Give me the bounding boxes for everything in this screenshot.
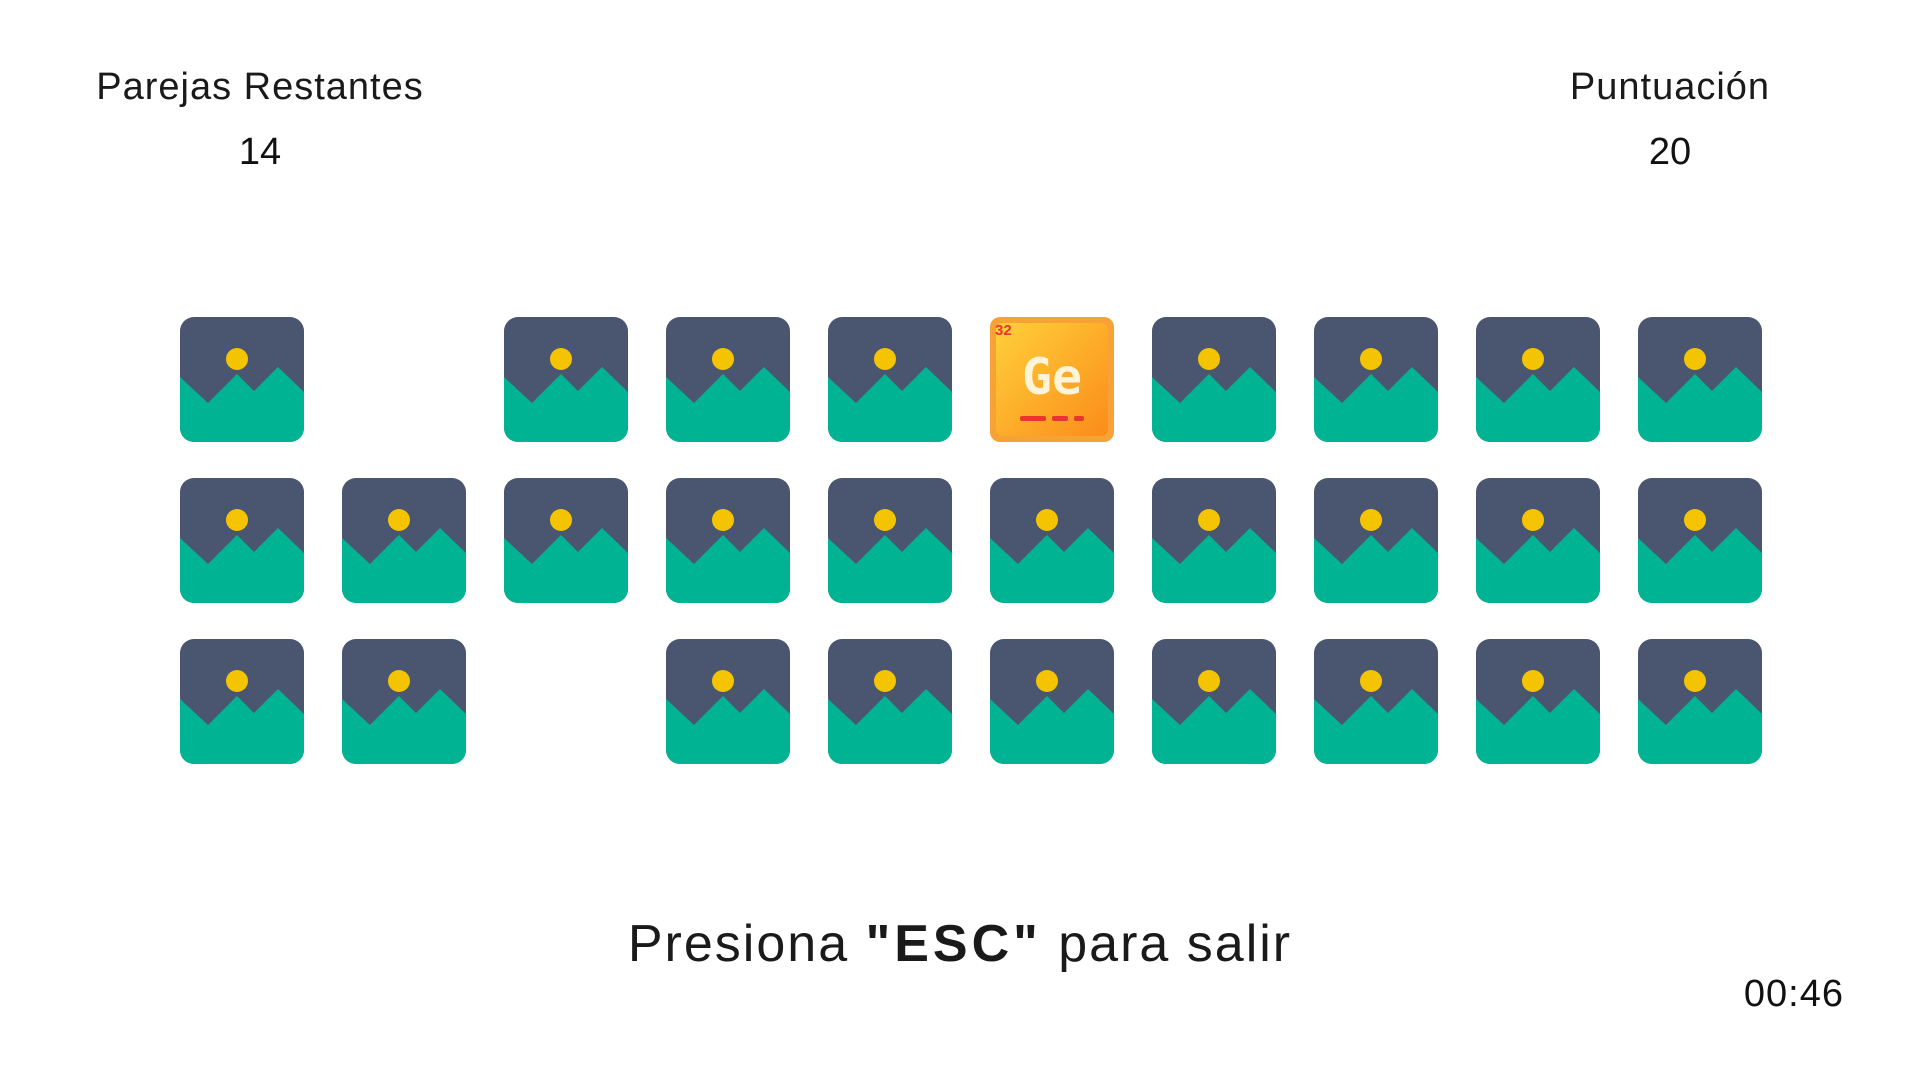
memory-card[interactable]	[342, 478, 466, 603]
image-placeholder-icon	[828, 639, 952, 764]
memory-card[interactable]	[1476, 639, 1600, 764]
image-placeholder-icon	[1638, 317, 1762, 442]
instructions-prefix: Presiona	[627, 915, 866, 973]
score-value: 20	[1648, 131, 1692, 173]
memory-card[interactable]	[1476, 478, 1600, 603]
image-placeholder-icon	[1476, 639, 1600, 764]
element-tile-icon: 32 Ge	[990, 317, 1114, 442]
instructions-suffix: para salir	[1041, 915, 1293, 973]
image-placeholder-icon	[666, 317, 790, 442]
memory-card[interactable]	[1638, 639, 1762, 764]
element-atomic-number: 32	[995, 322, 1012, 339]
image-placeholder-icon	[180, 639, 304, 764]
revealed-card[interactable]: 32 Ge	[990, 317, 1114, 442]
image-placeholder-icon	[990, 639, 1114, 764]
image-placeholder-icon	[666, 639, 790, 764]
image-placeholder-icon	[1638, 639, 1762, 764]
game-timer: 00:46	[1743, 973, 1844, 1015]
memory-card[interactable]	[504, 317, 628, 442]
memory-card[interactable]	[1638, 317, 1762, 442]
image-placeholder-icon	[342, 478, 466, 603]
image-placeholder-icon	[342, 639, 466, 764]
score-panel: Puntuación 20	[1490, 66, 1850, 174]
exit-instructions: Presiona "ESC" para salir	[0, 914, 1920, 974]
memory-card[interactable]	[828, 478, 952, 603]
memory-card[interactable]	[1152, 317, 1276, 442]
memory-card[interactable]	[1314, 317, 1438, 442]
image-placeholder-icon	[180, 317, 304, 442]
memory-card[interactable]	[180, 317, 304, 442]
image-placeholder-icon	[1152, 478, 1276, 603]
memory-card[interactable]	[504, 478, 628, 603]
image-placeholder-icon	[828, 478, 952, 603]
image-placeholder-icon	[1152, 639, 1276, 764]
image-placeholder-icon	[1314, 317, 1438, 442]
memory-card[interactable]	[342, 639, 466, 764]
image-placeholder-icon	[180, 478, 304, 603]
memory-card[interactable]	[666, 478, 790, 603]
score-label: Puntuación	[1569, 66, 1771, 108]
memory-card[interactable]	[666, 317, 790, 442]
image-placeholder-icon	[1638, 478, 1762, 603]
image-placeholder-icon	[1476, 317, 1600, 442]
memory-card[interactable]	[180, 639, 304, 764]
image-placeholder-icon	[504, 317, 628, 442]
image-placeholder-icon	[1152, 317, 1276, 442]
pairs-remaining-label: Parejas Restantes	[96, 66, 424, 108]
memory-card[interactable]	[828, 317, 952, 442]
pairs-remaining-panel: Parejas Restantes 14	[80, 66, 440, 174]
memory-board: 32 Ge	[180, 317, 1762, 764]
image-placeholder-icon	[504, 478, 628, 603]
memory-card[interactable]	[1476, 317, 1600, 442]
memory-card[interactable]	[1638, 478, 1762, 603]
image-placeholder-icon	[1476, 478, 1600, 603]
memory-card[interactable]	[828, 639, 952, 764]
pairs-remaining-value: 14	[238, 131, 282, 173]
image-placeholder-icon	[828, 317, 952, 442]
memory-card[interactable]	[180, 478, 304, 603]
image-placeholder-icon	[990, 478, 1114, 603]
image-placeholder-icon	[666, 478, 790, 603]
element-symbol: Ge	[1022, 348, 1082, 406]
image-placeholder-icon	[1314, 639, 1438, 764]
memory-card[interactable]	[666, 639, 790, 764]
memory-card[interactable]	[1314, 639, 1438, 764]
image-placeholder-icon	[1314, 478, 1438, 603]
memory-card[interactable]	[990, 478, 1114, 603]
memory-card[interactable]	[1314, 478, 1438, 603]
memory-card[interactable]	[1152, 478, 1276, 603]
memory-card[interactable]	[990, 639, 1114, 764]
memory-card[interactable]	[1152, 639, 1276, 764]
esc-key-label: "ESC"	[865, 915, 1042, 973]
